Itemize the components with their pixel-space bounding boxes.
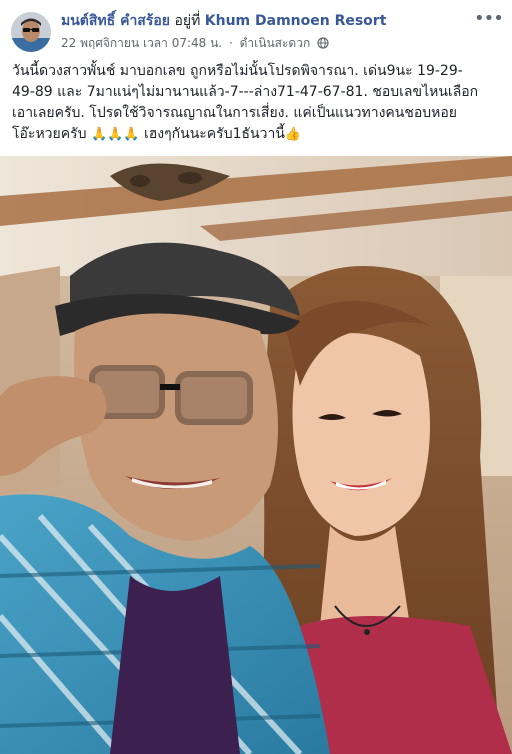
post-header: มนต์สิทธิ์ คำสร้อย อยู่ที่ Khum Damnoen … <box>0 0 512 60</box>
header-title: มนต์สิทธิ์ คำสร้อย อยู่ที่ Khum Damnoen … <box>61 12 461 30</box>
post-photo[interactable] <box>0 156 512 754</box>
post-activity: ดำเนินสะดวก <box>239 36 311 50</box>
post-text-line-last: โอ๊ะหวยครับ 🙏🙏🙏 เฮงๆกันนะครับ1ธันวานี้👍 <box>12 124 502 145</box>
post-text-line: เอาเลยครับ. โปรดใช้วิจารณญาณในการเสี่ยง.… <box>12 105 457 121</box>
post-text-line: วันนี้ดวงสาวพั้นช์ มาบอกเลข ถูกหรือไม่นั… <box>12 63 463 79</box>
location-prefix: อยู่ที่ <box>174 13 201 29</box>
post-meta: 22 พฤศจิกายน เวลา 07:48 น. · ดำเนินสะดวก <box>61 35 329 53</box>
selfie-photo <box>0 156 512 754</box>
post-text-segment: โอ๊ะหวยครับ <box>12 126 91 142</box>
post-message: วันนี้ดวงสาวพั้นช์ มาบอกเลข ถูกหรือไม่นั… <box>12 61 502 145</box>
author-avatar[interactable] <box>11 12 51 52</box>
globe-icon[interactable] <box>317 37 329 53</box>
pray-emoji: 🙏🙏🙏 <box>90 127 140 142</box>
post-text-segment: เฮงๆกันนะครับ1ธันวานี้ <box>139 126 285 142</box>
thumbs-up-emoji: 👍 <box>284 127 302 142</box>
location-link[interactable]: Khum Damnoen Resort <box>205 13 387 29</box>
avatar-image <box>11 12 51 52</box>
more-options-button[interactable]: ••• <box>474 8 504 32</box>
post-timestamp[interactable]: 22 พฤศจิกายน เวลา 07:48 น. <box>61 36 222 50</box>
ellipsis-icon: ••• <box>474 8 504 29</box>
author-name-link[interactable]: มนต์สิทธิ์ คำสร้อย <box>61 13 170 29</box>
facebook-post: มนต์สิทธิ์ คำสร้อย อยู่ที่ Khum Damnoen … <box>0 0 512 754</box>
post-text-line: 49-89 และ 7มาแน่ๆไม่มานานแล้ว-7---ล่าง71… <box>12 84 479 100</box>
meta-separator: · <box>228 36 233 50</box>
